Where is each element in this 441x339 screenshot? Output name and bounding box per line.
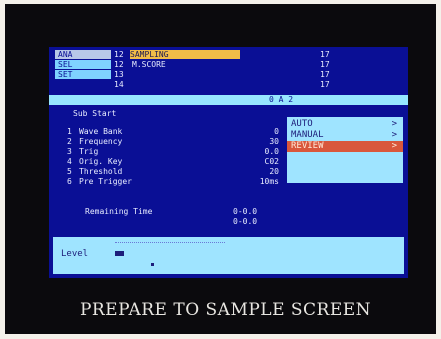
menu-item-auto[interactable]: AUTO > [287,119,403,130]
sub-start-label: Sub Start [73,109,117,118]
chevron-right-icon: > [391,141,397,151]
param-number: 4 [67,157,72,166]
channel-value: 17 [320,70,330,79]
param-number: 2 [67,137,72,146]
remaining-time-label: Remaining Time [85,207,153,216]
channel-number: 12 [114,60,124,69]
level-scale [115,239,225,243]
param-label: Threshold [79,167,123,176]
param-value: 10ms [259,177,279,186]
param-number: 1 [67,127,72,136]
menu-item-label: MANUAL [291,130,324,140]
param-number: 6 [67,177,72,186]
level-label: Level [61,249,89,259]
status-bar: 0 A 2 [49,95,408,105]
remaining-time-value: 0-0.0 [233,217,258,226]
chevron-right-icon: > [391,119,397,129]
status-readout: 0 A 2 [269,95,294,104]
photo-frame: ANA SEL SET 12 SAMPLING 17 12 M.SCORE 17… [5,4,436,334]
menu-item-label: AUTO [291,119,313,129]
param-label: Frequency [79,137,123,146]
param-label: Wave Bank [79,127,123,136]
channel-value: 17 [320,50,330,59]
param-label: Trig [79,147,99,156]
level-meter [115,251,124,256]
chevron-right-icon: > [391,130,397,140]
channel-value: 17 [320,80,330,89]
param-label: Orig. Key [79,157,123,166]
menu-item-manual[interactable]: MANUAL > [287,130,403,141]
menu-item-review[interactable]: REVIEW > [287,141,403,152]
tab-sel[interactable]: SEL [55,60,111,69]
channel-number: 12 [114,50,124,59]
channel-value: 17 [320,60,330,69]
menu-item-label: REVIEW [291,141,324,151]
channel-name-selected: SAMPLING [130,50,240,59]
param-label: Pre Trigger [79,177,132,186]
remaining-time-value: 0-0.0 [233,207,258,216]
param-value: 0.0 [264,147,279,156]
param-value: 0 [274,127,279,136]
tab-ana[interactable]: ANA [55,50,111,59]
param-value: 30 [269,137,279,146]
param-number: 5 [67,167,72,176]
channel-number: 13 [114,70,124,79]
channel-name: M.SCORE [132,60,166,69]
param-number: 3 [67,147,72,156]
monitor-screen: ANA SEL SET 12 SAMPLING 17 12 M.SCORE 17… [49,47,408,278]
level-cursor [151,263,154,266]
caption: PREPARE TO SAMPLE SCREEN [79,300,372,320]
tab-set[interactable]: SET [55,70,111,79]
param-value: C02 [264,157,279,166]
param-value: 20 [269,167,279,176]
channel-number: 14 [114,80,124,89]
sampling-mode-menu: AUTO > MANUAL > REVIEW > [287,117,403,183]
level-panel: Level [53,237,404,274]
